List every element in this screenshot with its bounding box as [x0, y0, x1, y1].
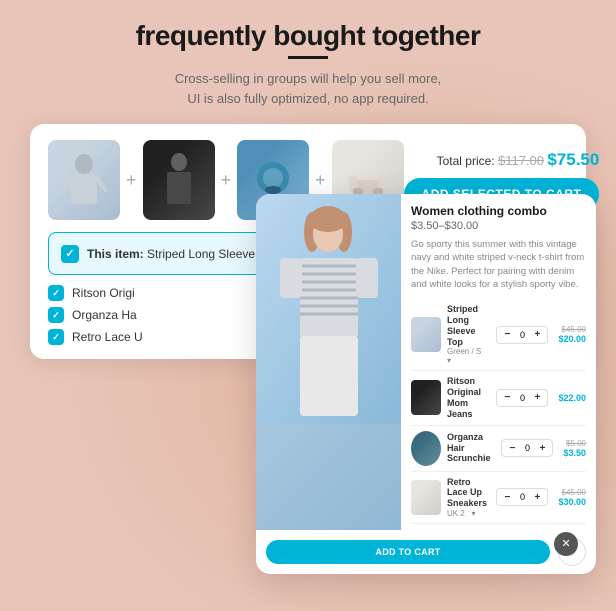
main-container: frequently bought together Cross-selling… [0, 0, 616, 379]
plus-3: + [315, 170, 326, 191]
mini-product-row-1: Striped Long Sleeve Top Green / S ▾ − 0 … [411, 299, 586, 371]
this-item-checkbox[interactable] [61, 245, 79, 263]
mini-qty-control-3: − 0 + [501, 439, 553, 457]
list-item-checkbox-3[interactable] [48, 329, 64, 345]
qty-minus-4[interactable]: − [501, 491, 513, 503]
second-add-cart-button[interactable]: ADD TO CART [266, 540, 550, 564]
mini-product-info-2: Ritson Original Mom Jeans [447, 376, 490, 419]
cards-container: + + + [30, 124, 586, 359]
qty-minus-1[interactable]: − [501, 329, 513, 341]
qty-plus-1[interactable]: + [531, 329, 543, 341]
second-card-top: Women clothing combo $3.50–$30.00 Go spo… [256, 194, 596, 530]
product-thumb-1 [48, 140, 120, 220]
second-card: Women clothing combo $3.50–$30.00 Go spo… [256, 194, 596, 574]
mini-product-info-4: Retro Lace Up Sneakers UK 2 ▾ [447, 477, 490, 518]
qty-minus-3[interactable]: − [506, 442, 518, 454]
qty-minus-2[interactable]: − [501, 392, 513, 404]
mini-product-info-3: Organza Hair Scrunchie [447, 432, 495, 464]
total-price-line: Total price: $117.00 $75.50 [437, 150, 600, 170]
total-price-old: $117.00 [498, 153, 544, 168]
subtitle: Cross-selling in groups will help you se… [30, 69, 586, 108]
second-card-body: Women clothing combo $3.50–$30.00 Go spo… [256, 194, 596, 574]
second-card-footer: ADD TO CART ♡ [256, 530, 596, 574]
second-card-info: Women clothing combo $3.50–$30.00 Go spo… [401, 194, 596, 530]
second-card-price-range: $3.50–$30.00 [411, 220, 586, 232]
mini-thumb-4 [411, 480, 441, 515]
mini-thumb-2 [411, 380, 441, 415]
list-item-checkbox-2[interactable] [48, 307, 64, 323]
product-thumb-2 [143, 140, 215, 220]
this-item-label: This item: Striped Long Sleeve Top [87, 247, 278, 261]
plus-1: + [126, 170, 137, 191]
mini-product-info-1: Striped Long Sleeve Top Green / S ▾ [447, 304, 490, 365]
qty-plus-2[interactable]: + [531, 392, 543, 404]
qty-plus-4[interactable]: + [531, 491, 543, 503]
mini-product-row-4: Retro Lace Up Sneakers UK 2 ▾ − 0 + $45.… [411, 472, 586, 524]
qty-plus-3[interactable]: + [536, 442, 548, 454]
list-item-checkbox-1[interactable] [48, 285, 64, 301]
mini-qty-control-1: − 0 + [496, 326, 548, 344]
mini-qty-control-4: − 0 + [496, 488, 548, 506]
title-underline [288, 56, 328, 59]
mini-thumb-1 [411, 317, 441, 352]
mini-product-row-2: Ritson Original Mom Jeans − 0 + $22.00 [411, 371, 586, 425]
mini-thumb-3 [411, 431, 441, 466]
mini-product-row-3: Organza Hair Scrunchie − 0 + $5.00 $3.50 [411, 426, 586, 472]
plus-2: + [221, 170, 232, 191]
close-button[interactable]: ✕ [554, 532, 578, 556]
total-price-new: $75.50 [547, 150, 599, 169]
second-card-title: Women clothing combo [411, 204, 586, 218]
mini-qty-control-2: − 0 + [496, 389, 548, 407]
second-card-description: Go sporty this summer with this vintage … [411, 238, 586, 291]
second-card-image [256, 194, 401, 530]
page-title: frequently bought together [30, 20, 586, 52]
